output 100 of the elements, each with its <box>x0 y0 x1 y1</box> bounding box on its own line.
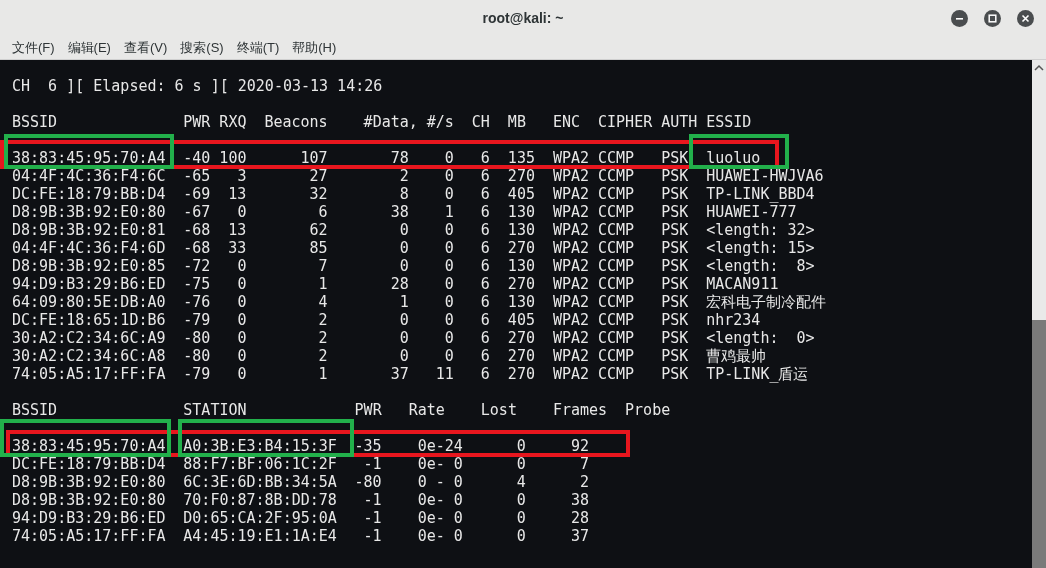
table-cell-text: 0 <box>443 329 454 347</box>
minimize-icon[interactable] <box>951 10 968 27</box>
scrollbar[interactable] <box>1032 60 1046 568</box>
table-cell: 6C:3E:6D:BB:34:5A <box>183 473 337 491</box>
table-cell: CCMP <box>598 239 635 257</box>
table-cell: 405 <box>507 185 535 203</box>
table-cell-text: 13 <box>227 185 247 203</box>
table-cell-text: 78 <box>389 149 409 167</box>
table-cell-text: 0 <box>443 185 454 203</box>
menu-item[interactable]: 帮助(H) <box>292 37 337 58</box>
table-cell: 0e- 0 <box>417 509 463 527</box>
table-cell: -72 <box>183 257 211 275</box>
column-header: CH <box>471 113 490 131</box>
table-cell: D8:9B:3B:92:E0:80 <box>12 473 166 491</box>
column-header: Rate <box>408 401 445 419</box>
table-cell: WPA2 <box>552 203 589 221</box>
table-cell-text: HUAWEI-777 <box>706 203 798 221</box>
menu-item[interactable]: 编辑(E) <box>67 37 111 58</box>
column-header: PWR <box>183 113 211 131</box>
table-cell: WPA2 <box>552 239 589 257</box>
table-cell: 100 <box>219 149 247 167</box>
table-cell-text: 6 <box>479 347 490 365</box>
table-cell-text: 6 <box>479 329 490 347</box>
table-cell: 74:05:A5:17:FF:FA <box>12 527 166 545</box>
table-cell-text: 0 <box>443 347 454 365</box>
column-header: Beacons <box>264 113 328 131</box>
menu-item[interactable]: 搜索(S) <box>180 37 224 58</box>
table-cell-text: 8 <box>398 185 409 203</box>
scroll-thumb[interactable] <box>1032 320 1046 568</box>
table-cell: PSK <box>661 239 689 257</box>
table-cell: CCMP <box>598 257 635 275</box>
column-header: ESSID <box>706 113 752 131</box>
column-header: Probe <box>625 401 671 419</box>
menu-item[interactable]: 终端(T) <box>236 37 280 58</box>
maximize-icon[interactable] <box>984 10 1001 27</box>
table-cell-text: 32 <box>308 185 328 203</box>
menu-item[interactable]: 文件(F) <box>12 37 55 58</box>
table-cell-text: 0 <box>398 257 409 275</box>
table-cell: -79 <box>183 311 211 329</box>
table-cell-text: 92 <box>569 437 589 455</box>
table-cell: WPA2 <box>552 275 589 293</box>
table-cell-text: TP-LINK_盾运 <box>706 365 810 383</box>
table-cell: PSK <box>661 221 689 239</box>
column-header: #Data, <box>363 113 418 131</box>
table-cell: 130 <box>507 203 535 221</box>
table-cell: 0e- 0 <box>417 455 463 473</box>
table-cell-text: 27 <box>308 167 328 185</box>
table-cell-text: 0 <box>443 275 454 293</box>
table-cell: -40 <box>183 149 211 167</box>
table-cell: WPA2 <box>552 149 589 167</box>
table-cell-text: 0 <box>398 221 409 239</box>
table-cell-text: 6 <box>479 185 490 203</box>
table-cell-text: 6 <box>479 293 490 311</box>
table-cell: 94:D9:B3:29:B6:ED <box>12 509 166 527</box>
table-cell-text: 11 <box>434 365 454 383</box>
table-cell: CCMP <box>598 365 635 383</box>
table-cell-text: 6 <box>479 311 490 329</box>
table-cell: -80 <box>183 329 211 347</box>
table-cell-text: 0 <box>515 455 526 473</box>
close-icon[interactable] <box>1017 10 1034 27</box>
table-cell-text: 2 <box>317 311 328 329</box>
table-cell-text: 1 <box>317 365 328 383</box>
table-cell: WPA2 <box>552 257 589 275</box>
table-cell-text: 宏科电子制冷配件 <box>706 293 828 311</box>
table-cell: 270 <box>507 329 535 347</box>
scroll-up-icon[interactable] <box>1034 64 1044 72</box>
column-header: Frames <box>552 401 608 419</box>
table-cell: -67 <box>183 203 211 221</box>
table-cell-text: 0 <box>398 329 409 347</box>
table-cell: 130 <box>507 221 535 239</box>
table-cell-text: 6 <box>479 275 490 293</box>
table-cell-text: 0 <box>515 509 526 527</box>
table-cell: 130 <box>507 293 535 311</box>
table-cell-text: -1 <box>362 509 382 527</box>
column-header: BSSID <box>12 113 58 131</box>
table-cell-text: 38 <box>569 491 589 509</box>
table-cell: PSK <box>661 185 689 203</box>
column-header: MB <box>507 113 526 131</box>
table-cell-text: -1 <box>362 491 382 509</box>
table-cell-text: 0 <box>515 491 526 509</box>
table-cell: 38:83:45:95:70:A4 <box>12 149 166 167</box>
table-cell: 88:F7:BF:06:1C:2F <box>183 455 337 473</box>
table-cell-text: 2 <box>317 329 328 347</box>
table-cell: A4:45:19:E1:1A:E4 <box>183 527 337 545</box>
table-cell: A0:3B:E3:B4:15:3F <box>183 437 337 455</box>
table-cell: PSK <box>661 293 689 311</box>
table-cell: WPA2 <box>552 311 589 329</box>
table-cell-text: 62 <box>308 221 328 239</box>
table-cell: WPA2 <box>552 221 589 239</box>
table-cell-text: 0 <box>236 293 247 311</box>
table-cell: WPA2 <box>552 185 589 203</box>
table-cell-text: 0 <box>398 239 409 257</box>
table-cell-text: 2 <box>398 167 409 185</box>
table-cell-text: 0 <box>443 221 454 239</box>
table-cell-text: <length: 32> <box>706 221 816 239</box>
table-cell-text: 0 <box>236 203 247 221</box>
table-cell: 94:D9:B3:29:B6:ED <box>12 275 166 293</box>
table-cell-text: 7 <box>578 455 589 473</box>
menu-item[interactable]: 查看(V) <box>123 37 168 58</box>
table-cell-text: TP-LINK_BBD4 <box>706 185 816 203</box>
